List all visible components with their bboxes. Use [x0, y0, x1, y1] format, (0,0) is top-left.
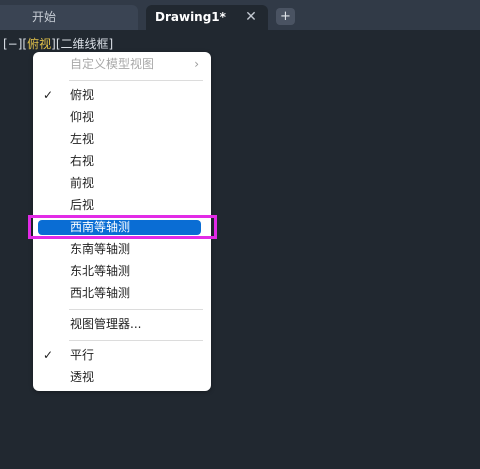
- menu-item-custom-model-views: 自定义模型视图 ›: [33, 54, 211, 74]
- menu-separator: [69, 80, 203, 81]
- tab-bar: 开始 Drawing1* ✕ +: [0, 0, 480, 30]
- menu-item-right[interactable]: 右视: [33, 151, 211, 171]
- menu-item-top[interactable]: ✓ 俯视: [33, 85, 211, 105]
- focus-highlight-box: [28, 215, 217, 239]
- tab-drawing1-label: Drawing1*: [155, 10, 226, 24]
- viewport-controls: [−][俯视][二维线框]: [3, 35, 113, 52]
- menu-item-perspective[interactable]: 透视: [33, 367, 211, 387]
- menu-item-back[interactable]: 后视: [33, 195, 211, 215]
- close-icon[interactable]: ✕: [244, 5, 258, 30]
- new-tab-button[interactable]: +: [276, 8, 295, 25]
- visual-style-control[interactable]: [二维线框]: [56, 37, 113, 51]
- tab-drawing1[interactable]: Drawing1* ✕: [146, 5, 268, 30]
- menu-separator: [69, 340, 203, 341]
- menu-item-nw-isometric[interactable]: 西北等轴测: [33, 283, 211, 303]
- menu-item-left[interactable]: 左视: [33, 129, 211, 149]
- check-icon: ✓: [42, 348, 54, 362]
- menu-item-view-manager[interactable]: 视图管理器...: [33, 314, 211, 334]
- menu-separator: [69, 309, 203, 310]
- menu-item-front[interactable]: 前视: [33, 173, 211, 193]
- menu-item-parallel[interactable]: ✓ 平行: [33, 345, 211, 365]
- tab-start-label: 开始: [32, 10, 57, 24]
- menu-item-ne-isometric[interactable]: 东北等轴测: [33, 261, 211, 281]
- menu-item-bottom[interactable]: 仰视: [33, 107, 211, 127]
- tab-start[interactable]: 开始: [0, 5, 138, 30]
- check-icon: ✓: [42, 88, 54, 102]
- chevron-right-icon: ›: [194, 57, 199, 71]
- viewport-menu-control[interactable]: [−]: [3, 37, 22, 51]
- view-control[interactable]: 俯视: [27, 37, 51, 51]
- menu-item-se-isometric[interactable]: 东南等轴测: [33, 239, 211, 259]
